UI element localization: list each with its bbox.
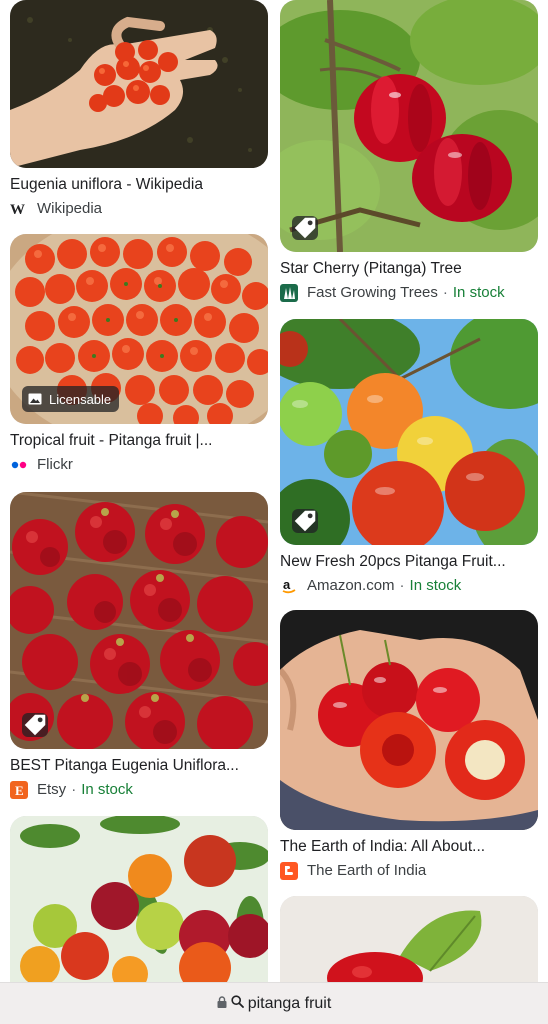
- result-card[interactable]: [10, 816, 268, 986]
- shopping-tag-icon[interactable]: [292, 509, 318, 533]
- shopping-tag-icon[interactable]: [22, 713, 48, 737]
- shopping-tag-icon[interactable]: [292, 216, 318, 240]
- tree-icon: [280, 284, 298, 302]
- stock-status: In stock: [452, 284, 505, 301]
- result-card[interactable]: New Fresh 20pcs Pitanga Fruit... a Amazo…: [280, 319, 538, 596]
- result-source[interactable]: E Etsy · In stock: [10, 780, 268, 800]
- result-title[interactable]: BEST Pitanga Eugenia Uniflora...: [10, 756, 268, 776]
- result-source[interactable]: The Earth of India: [280, 861, 538, 881]
- blogger-b-icon: [280, 862, 298, 880]
- result-source[interactable]: W Wikipedia: [10, 199, 268, 219]
- source-name: The Earth of India: [307, 862, 427, 879]
- result-source[interactable]: Flickr: [10, 455, 268, 475]
- source-name: Etsy: [37, 781, 67, 798]
- image-results-page: Eugenia uniflora - Wikipedia W Wikipedia: [0, 0, 548, 1024]
- source-name: Wikipedia: [37, 200, 103, 217]
- address-bar-query[interactable]: pitanga fruit: [248, 995, 332, 1013]
- stock-status: In stock: [81, 781, 133, 798]
- svg-text:W: W: [10, 202, 25, 216]
- svg-text:a: a: [283, 577, 291, 592]
- separator-dot: ·: [71, 781, 77, 798]
- result-title[interactable]: Tropical fruit - Pitanga fruit |...: [10, 431, 268, 451]
- result-image[interactable]: [280, 896, 538, 986]
- result-image[interactable]: [280, 610, 538, 830]
- result-card[interactable]: Licensable Tropical fruit - Pitanga frui…: [10, 234, 268, 475]
- address-bar[interactable]: pitanga fruit: [0, 982, 548, 1024]
- result-image[interactable]: [280, 0, 538, 252]
- result-source[interactable]: Fast Growing Trees · In stock: [280, 283, 538, 303]
- search-icon: [231, 994, 244, 1013]
- licensable-badge[interactable]: Licensable: [22, 386, 120, 412]
- result-source[interactable]: a Amazon.com · In stock: [280, 576, 538, 596]
- result-image[interactable]: [10, 816, 268, 986]
- flickr-dots-icon: [10, 456, 28, 474]
- lock-icon: [217, 995, 227, 1013]
- result-title[interactable]: Star Cherry (Pitanga) Tree: [280, 259, 538, 279]
- result-title[interactable]: The Earth of India: All About...: [280, 837, 538, 857]
- wikipedia-w-icon: W: [10, 200, 28, 218]
- result-card[interactable]: Star Cherry (Pitanga) Tree Fast Growing …: [280, 0, 538, 303]
- result-image[interactable]: [10, 492, 268, 749]
- source-name: Amazon.com: [307, 577, 395, 594]
- separator-dot: ·: [399, 577, 405, 594]
- source-name: Fast Growing Trees: [307, 284, 438, 301]
- result-title[interactable]: Eugenia uniflora - Wikipedia: [10, 175, 268, 195]
- image-icon: [28, 393, 42, 405]
- result-card[interactable]: BEST Pitanga Eugenia Uniflora... E Etsy …: [10, 492, 268, 800]
- result-card[interactable]: Eugenia uniflora - Wikipedia W Wikipedia: [10, 0, 268, 219]
- result-title[interactable]: New Fresh 20pcs Pitanga Fruit...: [280, 552, 538, 572]
- result-image[interactable]: [280, 319, 538, 545]
- result-card[interactable]: The Earth of India: All About... The Ear…: [280, 610, 538, 881]
- amazon-a-icon: a: [280, 577, 298, 595]
- result-image[interactable]: Licensable: [10, 234, 268, 424]
- svg-text:E: E: [15, 783, 24, 798]
- source-name: Flickr: [37, 456, 73, 473]
- etsy-e-icon: E: [10, 781, 28, 799]
- result-image[interactable]: [10, 0, 268, 168]
- separator-dot: ·: [442, 284, 448, 301]
- result-card[interactable]: [280, 896, 538, 986]
- stock-status: In stock: [409, 577, 462, 594]
- licensable-label: Licensable: [49, 391, 112, 407]
